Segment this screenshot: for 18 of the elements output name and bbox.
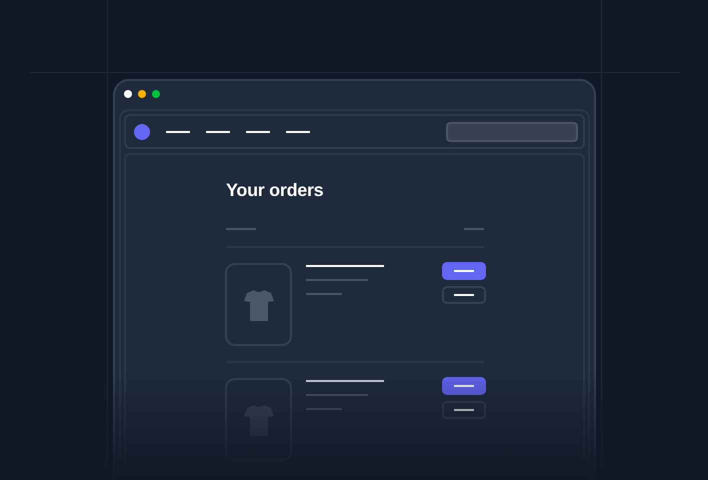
nav-link-placeholder [166,130,190,132]
secondary-action-button[interactable] [442,286,486,304]
placeholder-line [306,279,368,281]
shirt-icon [242,288,274,320]
placeholder-line [306,394,368,396]
nav-link-placeholder [286,130,310,132]
placeholder-line [226,228,256,230]
nav-link-placeholder [246,130,270,132]
nav-link-placeholder [206,130,230,132]
placeholder-line [464,228,484,230]
search-field[interactable] [446,122,578,142]
primary-action-button[interactable] [442,262,486,280]
secondary-action-button[interactable] [442,401,486,419]
primary-action-button[interactable] [442,377,486,395]
page-heading: Your orders [226,179,324,202]
logo-icon [134,124,150,140]
placeholder-line [306,293,342,295]
shirt-icon [242,404,274,436]
